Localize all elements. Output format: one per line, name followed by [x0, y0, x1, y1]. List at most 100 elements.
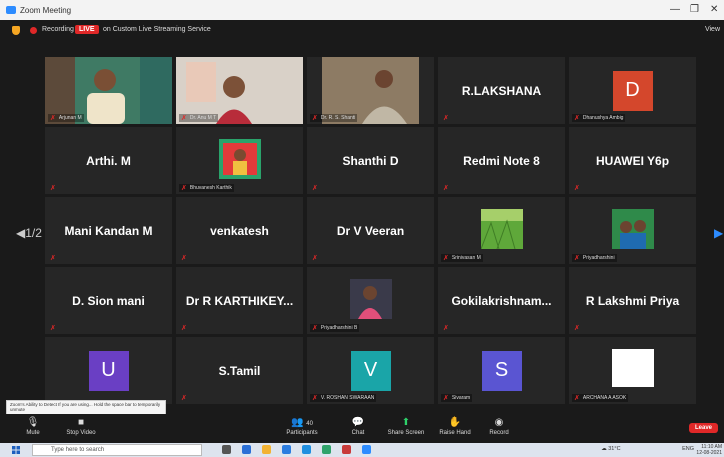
shield-icon[interactable]: [12, 26, 20, 35]
muted-mic-icon: ✗: [50, 325, 56, 332]
record-icon: [30, 27, 37, 34]
muted-mic-icon: ✗: [312, 255, 318, 262]
participant-tile[interactable]: R Lakshmi Priya ✗: [569, 267, 696, 334]
muted-mic-icon: ✗: [50, 255, 56, 262]
muted-mic-icon: ✗: [574, 325, 580, 332]
mail-icon[interactable]: [302, 445, 311, 454]
zoom-taskbar-icon[interactable]: [362, 445, 371, 454]
view-button[interactable]: View: [705, 26, 720, 33]
participant-name: D. Sion mani: [72, 293, 145, 308]
title-bar: Zoom Meeting — ❐ ✕: [0, 0, 724, 20]
participant-tile[interactable]: D. Sion mani ✗: [45, 267, 172, 334]
participant-name: Dr R KARTHIKEY...: [185, 293, 294, 308]
muted-mic-icon: ✗: [574, 395, 580, 402]
participant-tile[interactable]: Arthi. M ✗: [45, 127, 172, 194]
muted-mic-icon: ✗: [181, 325, 187, 332]
file-explorer-icon[interactable]: [262, 445, 271, 454]
share-screen-button[interactable]: ⬆ Share Screen: [381, 417, 431, 436]
muted-mic-icon: ✗: [50, 115, 56, 122]
stream-dropdown[interactable]: on Custom Live Streaming Service: [103, 26, 211, 33]
participant-tile[interactable]: Dr V Veeran ✗: [307, 197, 434, 264]
participant-tile[interactable]: HUAWEI Y6p ✗: [569, 127, 696, 194]
participant-tile[interactable]: Redmi Note 8 ✗: [438, 127, 565, 194]
participant-tile[interactable]: S ✗ Sivaram: [438, 337, 565, 404]
leave-button[interactable]: Leave: [688, 423, 718, 433]
participant-tile[interactable]: ✗ Priyadharshini: [569, 197, 696, 264]
task-view-icon[interactable]: [222, 445, 231, 454]
participants-button[interactable]: 👥 40 Participants: [277, 417, 327, 436]
participant-tile-active-speaker[interactable]: ✗ Dr. Anu M T: [176, 57, 303, 124]
participant-name: R Lakshmi Priya: [585, 293, 680, 308]
participant-caption: ✗ ARCHANA A ASOK: [572, 394, 629, 402]
participant-tile[interactable]: S.Tamil ✗: [176, 337, 303, 404]
close-icon[interactable]: ✕: [710, 4, 718, 15]
participant-tile[interactable]: ✗ Arjunan M: [45, 57, 172, 124]
taskbar-clock[interactable]: 11:10 AM 12-08-2021: [696, 444, 722, 456]
chrome-icon[interactable]: [322, 445, 331, 454]
participant-tile[interactable]: Shanthi D ✗: [307, 127, 434, 194]
muted-mic-icon: ✗: [443, 325, 449, 332]
avatar: U: [88, 350, 129, 391]
participant-tile[interactable]: ✗ ARCHANA A ASOK: [569, 337, 696, 404]
muted-mic-icon: ✗: [574, 185, 580, 192]
participant-name: R.LAKSHANA: [461, 83, 542, 98]
participants-icon: 👥 40: [291, 417, 313, 428]
meeting-toolbar: 🎙 Mute ■ Stop Video 👥 40 Participants 💬 Chat…: [0, 414, 724, 443]
participant-tile[interactable]: Mani Kandan M ✗: [45, 197, 172, 264]
participant-caption: ✗ Dhanushya Ambig: [572, 114, 626, 122]
participant-tile[interactable]: ✗ Dr. R. S. Shanti: [307, 57, 434, 124]
prev-page-button[interactable]: ◀1/2: [16, 226, 42, 240]
windows-start-icon[interactable]: [12, 446, 20, 454]
participant-tile[interactable]: ✗ Srinivasan M: [438, 197, 565, 264]
participant-caption: ✗ Priyadharshini: [572, 254, 617, 262]
participant-caption: ✗ V. ROSHAN SWARAAN: [310, 394, 377, 402]
minimize-icon[interactable]: —: [670, 4, 680, 15]
edge-icon[interactable]: [242, 445, 251, 454]
maximize-icon[interactable]: ❐: [690, 4, 699, 15]
muted-mic-icon: ✗: [574, 115, 580, 122]
participant-tile[interactable]: R.LAKSHANA ✗: [438, 57, 565, 124]
profile-picture: [480, 208, 523, 249]
avatar: S: [481, 350, 522, 391]
participant-name: Redmi Note 8: [463, 153, 540, 168]
raise-hand-button[interactable]: ✋ Raise Hand: [430, 417, 480, 436]
participant-name: Dr V Veeran: [336, 223, 405, 238]
system-tray: ☁ 31°C ENG: [601, 446, 694, 452]
chat-button[interactable]: 💬 Chat: [333, 417, 383, 436]
page-indicator: 1/2: [25, 226, 42, 240]
participant-tile[interactable]: venkatesh ✗: [176, 197, 303, 264]
stop-video-button[interactable]: ■ Stop Video: [56, 417, 106, 436]
participant-tile[interactable]: Gokilakrishnam... ✗: [438, 267, 565, 334]
participant-name: Mani Kandan M: [64, 223, 153, 238]
store-icon[interactable]: [282, 445, 291, 454]
muted-mic-icon: ✗: [443, 115, 449, 122]
participant-name: Gokilakrishnam...: [451, 293, 552, 308]
window-title: Zoom Meeting: [20, 6, 72, 15]
participant-tile[interactable]: U: [45, 337, 172, 404]
participant-name: HUAWEI Y6p: [595, 153, 670, 168]
hand-icon: ✋: [448, 417, 462, 428]
participant-tile[interactable]: D ✗ Dhanushya Ambig: [569, 57, 696, 124]
chat-icon: 💬: [351, 417, 365, 428]
participant-tile[interactable]: ✗ Bhuvanesh Karthik: [176, 127, 303, 194]
video-camera-icon: ■: [77, 417, 85, 428]
mute-button[interactable]: 🎙 Mute: [8, 417, 58, 436]
participant-name: S.Tamil: [218, 363, 261, 378]
participant-tile[interactable]: Dr R KARTHIKEY... ✗: [176, 267, 303, 334]
muted-mic-icon: ✗: [443, 255, 449, 262]
profile-picture: [611, 348, 654, 387]
participant-caption: ✗ Arjunan M: [48, 114, 84, 122]
participant-tile[interactable]: ✗ Priyadharshini B: [307, 267, 434, 334]
participant-caption: ✗ Dr. Anu M T: [179, 114, 219, 122]
muted-mic-icon: ✗: [312, 325, 318, 332]
zoom-logo-icon: [6, 6, 16, 14]
microphone-icon: 🎙: [26, 417, 40, 428]
next-page-icon[interactable]: ▶: [714, 226, 723, 240]
app-icon[interactable]: [342, 445, 351, 454]
taskbar-search-input[interactable]: Type here to search: [32, 444, 202, 456]
record-button[interactable]: ◉ Record: [474, 417, 524, 436]
meeting-info-bar: Recording LIVE on Custom Live Streaming …: [0, 20, 724, 40]
muted-mic-icon: ✗: [181, 395, 187, 402]
participant-tile[interactable]: V ✗ V. ROSHAN SWARAAN: [307, 337, 434, 404]
muted-mic-icon: ✗: [181, 255, 187, 262]
